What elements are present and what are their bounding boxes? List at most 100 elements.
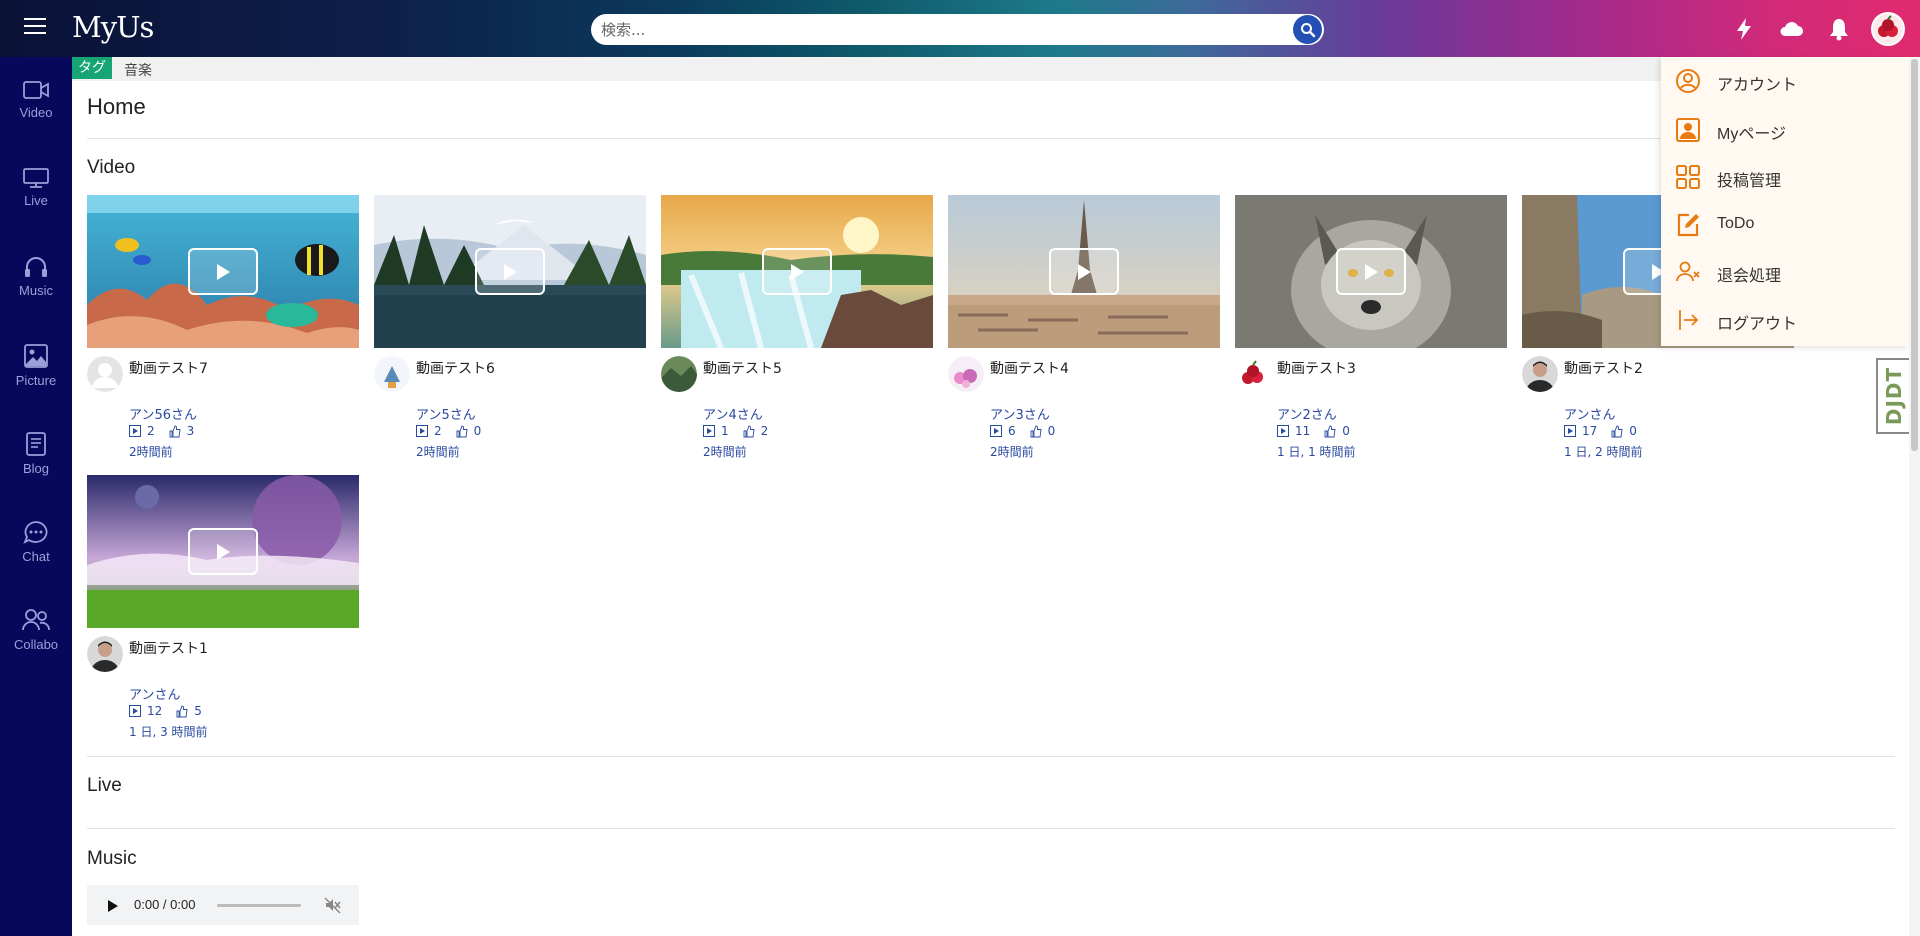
play-count-icon (129, 425, 141, 437)
avatar[interactable] (87, 356, 123, 392)
tag-item[interactable]: 音楽 (124, 60, 152, 80)
lightning-icon[interactable] (1731, 16, 1757, 42)
menu-item-withdraw[interactable]: 退会処理 (1661, 250, 1909, 294)
sidebar-item-collabo[interactable]: Collabo (0, 607, 72, 677)
menu-item-mypage[interactable]: Myページ (1661, 108, 1909, 152)
tag-bar: タグ 音楽 (72, 57, 1920, 81)
video-user[interactable]: アン3さん (990, 404, 1050, 423)
play-count: 2 (147, 424, 155, 438)
video-title[interactable]: 動画テスト1 (129, 638, 208, 658)
play-icon (1049, 248, 1119, 295)
search-button[interactable] (1293, 15, 1322, 44)
headphones-icon (25, 257, 47, 277)
search-icon (1300, 22, 1315, 37)
sidebar-item-label: Blog (22, 461, 50, 476)
top-header: MyUs (0, 0, 1920, 57)
video-user[interactable]: アン4さん (703, 404, 763, 423)
video-title[interactable]: 動画テスト4 (990, 358, 1069, 378)
menu-item-label: アカウント (1717, 77, 1798, 94)
video-title[interactable]: 動画テスト7 (129, 358, 208, 378)
play-count: 6 (1008, 424, 1016, 438)
sidebar-item-live[interactable]: Live (0, 167, 72, 237)
sidebar-item-blog[interactable]: Blog (0, 431, 72, 501)
divider (87, 138, 1895, 139)
video-title[interactable]: 動画テスト6 (416, 358, 495, 378)
avatar[interactable] (661, 356, 697, 392)
divider (87, 756, 1895, 757)
like-icon (169, 425, 181, 438)
mute-icon (324, 897, 341, 914)
like-icon (1611, 425, 1623, 438)
sidebar-item-label: Collabo (13, 637, 59, 652)
avatar[interactable] (948, 356, 984, 392)
play-count: 2 (434, 424, 442, 438)
menu-item-account[interactable]: アカウント (1661, 59, 1909, 103)
site-logo[interactable]: MyUs (72, 10, 154, 44)
section-title-live[interactable]: Live (87, 775, 122, 797)
like-count: 0 (1047, 424, 1056, 438)
video-card[interactable]: 動画テスト1 アンさん 12 5 1 日, 3 時間前 (87, 475, 359, 745)
menu-item-label: Myページ (1717, 126, 1787, 143)
audio-progress-bar[interactable] (217, 904, 301, 907)
monitor-icon (23, 168, 49, 188)
like-count: 0 (1342, 424, 1350, 438)
video-user[interactable]: アン56さん (129, 404, 197, 423)
video-time: 2時間前 (703, 445, 747, 459)
video-thumbnail[interactable] (1235, 195, 1507, 348)
debug-toolbar-handle[interactable]: DJDT (1876, 358, 1912, 434)
cloud-icon[interactable] (1778, 16, 1804, 42)
sidebar-item-label: Live (24, 193, 48, 208)
video-user[interactable]: アンさん (1564, 404, 1615, 423)
video-title[interactable]: 動画テスト3 (1277, 358, 1356, 378)
sidebar-item-chat[interactable]: Chat (0, 519, 72, 589)
audio-player: 0:00 / 0:00 (87, 885, 359, 925)
video-thumbnail[interactable] (661, 195, 933, 348)
video-title[interactable]: 動画テスト5 (703, 358, 782, 378)
menu-item-logout[interactable]: ログアウト (1661, 298, 1909, 342)
video-thumbnail[interactable] (87, 195, 359, 348)
chat-icon (23, 521, 48, 544)
video-card[interactable]: 動画テスト4 アン3さん 6 0 2時間前 (948, 195, 1220, 465)
avatar[interactable] (87, 636, 123, 672)
video-stats: 6 0 (990, 424, 1055, 438)
like-icon (743, 425, 755, 438)
search-input[interactable] (601, 18, 1281, 41)
video-thumbnail[interactable] (948, 195, 1220, 348)
avatar[interactable] (1235, 356, 1271, 392)
play-icon (762, 248, 832, 295)
sidebar-item-picture[interactable]: Picture (0, 343, 72, 413)
scrollbar-thumb[interactable] (1911, 59, 1918, 451)
sidebar-item-video[interactable]: Video (0, 79, 72, 149)
video-card[interactable]: 動画テスト3 アン2さん 11 0 1 日, 1 時間前 (1235, 195, 1507, 465)
account-circle-icon (1675, 68, 1701, 94)
like-icon (176, 705, 188, 718)
menu-item-posts[interactable]: 投稿管理 (1661, 155, 1909, 199)
video-card[interactable]: 動画テスト6 アン5さん 2 0 2時間前 (374, 195, 646, 465)
video-user[interactable]: アン2さん (1277, 404, 1337, 423)
like-count: 5 (194, 704, 202, 718)
section-title-video[interactable]: Video (87, 157, 135, 179)
avatar[interactable] (374, 356, 410, 392)
video-thumbnail[interactable] (374, 195, 646, 348)
section-title-music[interactable]: Music (87, 848, 137, 870)
audio-time: 0:00 / 0:00 (134, 897, 196, 912)
menu-item-todo[interactable]: ToDo (1661, 203, 1909, 247)
hamburger-menu-icon[interactable] (24, 18, 46, 36)
video-user[interactable]: アン5さん (416, 404, 476, 423)
like-icon (1324, 425, 1336, 438)
video-title[interactable]: 動画テスト2 (1564, 358, 1643, 378)
scrollbar[interactable] (1909, 57, 1920, 936)
video-user[interactable]: アンさん (129, 684, 180, 703)
avatar[interactable] (1522, 356, 1558, 392)
video-card[interactable]: 動画テスト7 アン56さん 2 3 2時間前 (87, 195, 359, 465)
audio-play-button[interactable] (107, 898, 119, 917)
menu-item-label: ToDo (1717, 215, 1755, 232)
video-card[interactable]: 動画テスト5 アン4さん 1 2 2時間前 (661, 195, 933, 465)
video-thumbnail[interactable] (87, 475, 359, 628)
audio-mute-button[interactable] (324, 896, 342, 918)
sidebar-item-music[interactable]: Music (0, 255, 72, 325)
user-avatar-button[interactable] (1871, 12, 1905, 46)
edit-icon (1675, 212, 1701, 238)
search-bar (591, 14, 1324, 45)
bell-icon[interactable] (1826, 16, 1852, 42)
